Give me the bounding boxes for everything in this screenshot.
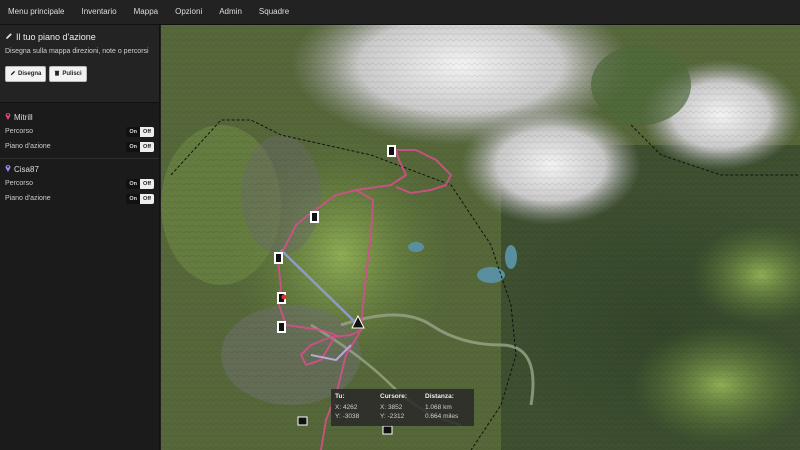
nav-menu-principale[interactable]: Menu principale (0, 0, 73, 24)
nav-opzioni[interactable]: Opzioni (167, 0, 211, 24)
user-row-percorso: Percorso On Off (5, 176, 154, 191)
clear-button-label: Pulisci (62, 71, 82, 77)
coordinates-panel: Tu: X: 4262 Y: -3038 Cursore: X: 3852 Y:… (331, 389, 474, 426)
you-x: X: 4262 (335, 404, 358, 411)
cursor-title: Cursore: (380, 393, 408, 400)
trash-icon (54, 70, 60, 78)
marker-icon[interactable] (277, 292, 287, 304)
action-plan-title-text: Il tuo piano d'azione (16, 32, 96, 42)
piano-azione-toggle[interactable]: On Off (126, 141, 154, 152)
nav-admin[interactable]: Admin (211, 0, 251, 24)
pencil-icon (5, 32, 13, 42)
vehicle-icon[interactable] (382, 425, 393, 435)
distance-miles: 0.664 miles (425, 413, 459, 420)
toggle-off[interactable]: Off (140, 126, 154, 137)
cursor-x: X: 3852 (380, 404, 403, 411)
map-pin-icon (5, 112, 11, 122)
toggle-off[interactable]: Off (140, 193, 154, 204)
map-canvas[interactable] (161, 25, 800, 450)
marker-icon[interactable] (277, 321, 286, 333)
cursor-y: Y: -2312 (380, 413, 405, 420)
distance-title: Distanza: (425, 393, 454, 400)
user-block-cisa87: Cisa87 Percorso On Off Piano d'azione On… (0, 158, 159, 206)
toggle-off[interactable]: Off (140, 141, 154, 152)
user-header: Cisa87 (5, 162, 154, 176)
clear-button[interactable]: Pulisci (49, 66, 87, 82)
user-name: Mitrill (14, 112, 33, 122)
map-pin-icon (5, 164, 11, 174)
marker-icon[interactable] (387, 145, 396, 157)
user-row-piano-azione: Piano d'azione On Off (5, 191, 154, 206)
nav-squadre[interactable]: Squadre (251, 0, 298, 24)
row-label: Piano d'azione (5, 143, 51, 150)
action-plan-title: Il tuo piano d'azione (5, 32, 154, 42)
row-label: Percorso (5, 180, 34, 187)
user-block-mitrill: Mitrill Percorso On Off Piano d'azione O… (0, 110, 159, 154)
percorso-toggle[interactable]: On Off (126, 126, 154, 137)
user-row-piano-azione: Piano d'azione On Off (5, 139, 154, 154)
vehicle-icon[interactable] (297, 416, 308, 426)
toggle-on[interactable]: On (126, 193, 141, 204)
row-label: Piano d'azione (5, 195, 51, 202)
user-header: Mitrill (5, 110, 154, 124)
contour-lines (161, 25, 800, 450)
marker-icon[interactable] (274, 252, 283, 264)
draw-button[interactable]: Disegna (5, 66, 47, 82)
map-view[interactable] (161, 25, 800, 450)
distance-column: Distanza: 1.068 km 0.664 miles (425, 393, 458, 421)
user-name: Cisa87 (14, 164, 39, 174)
toggle-on[interactable]: On (126, 178, 141, 189)
action-plan-subtitle: Disegna sulla mappa direzioni, note o pe… (5, 48, 149, 55)
toggle-on[interactable]: On (126, 126, 141, 137)
action-plan-panel: Il tuo piano d'azione Disegna sulla mapp… (0, 25, 159, 103)
marker-icon[interactable] (310, 211, 319, 223)
lake (408, 242, 424, 252)
percorso-toggle[interactable]: On Off (126, 178, 154, 189)
distance-km: 1.068 km (425, 404, 452, 411)
action-plan-buttons: Disegna Pulisci (5, 66, 154, 82)
user-row-percorso: Percorso On Off (5, 124, 154, 139)
draw-button-label: Disegna (18, 71, 42, 77)
lake (505, 245, 517, 269)
sidebar: Il tuo piano d'azione Disegna sulla mapp… (0, 25, 160, 450)
toggle-off[interactable]: Off (140, 178, 154, 189)
nav-mappa[interactable]: Mappa (126, 0, 167, 24)
nav-inventario[interactable]: Inventario (73, 0, 125, 24)
toggle-on[interactable]: On (126, 141, 141, 152)
you-column: Tu: X: 4262 Y: -3038 (335, 393, 359, 421)
top-navigation-bar: Menu principale Inventario Mappa Opzioni… (0, 0, 800, 25)
pencil-icon (10, 70, 16, 78)
you-title: Tu: (335, 393, 345, 400)
you-y: Y: -3038 (335, 413, 360, 420)
cursor-column: Cursore: X: 3852 Y: -2312 (380, 393, 407, 421)
lake (477, 267, 505, 283)
piano-azione-toggle[interactable]: On Off (126, 193, 154, 204)
row-label: Percorso (5, 128, 34, 135)
